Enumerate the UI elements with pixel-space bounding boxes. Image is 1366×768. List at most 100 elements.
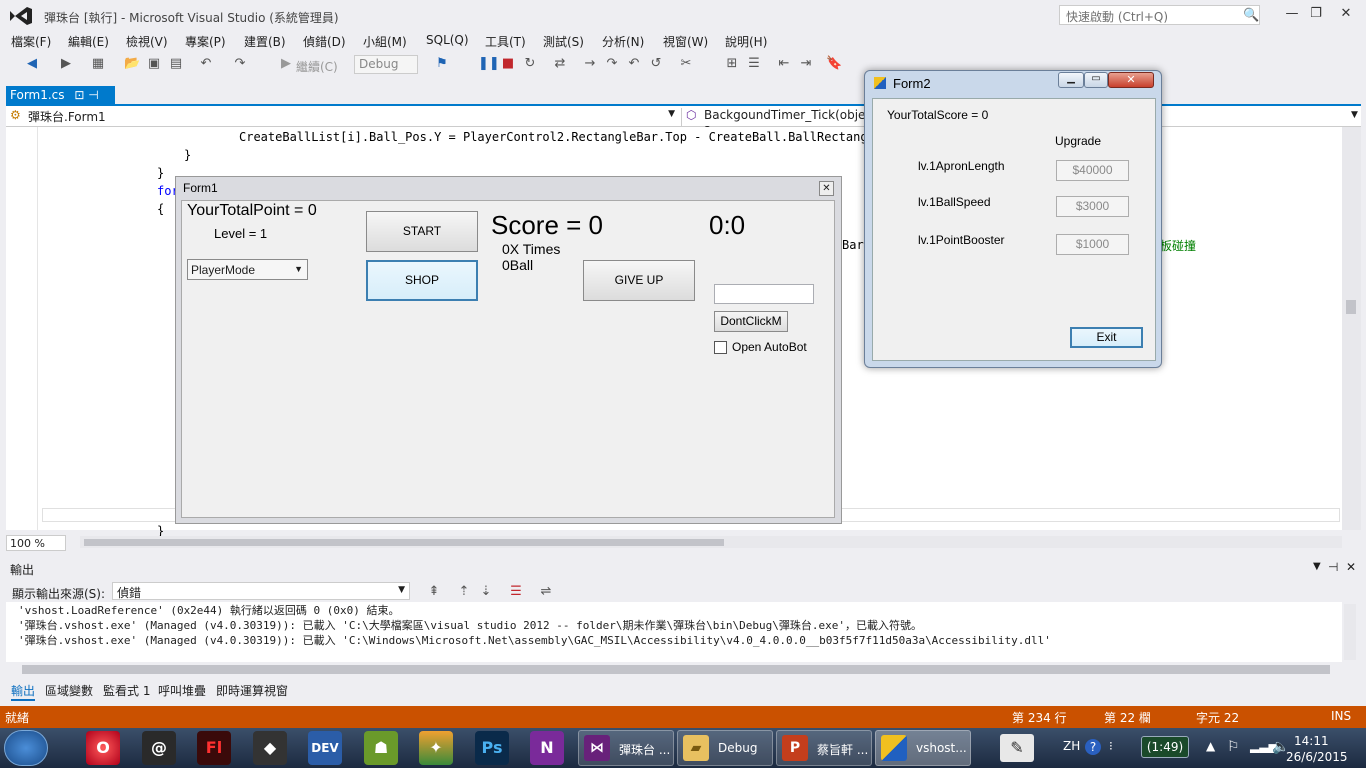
word-wrap-icon[interactable]: ⇌ [538, 584, 554, 600]
close-panel-icon[interactable]: ✕ [1346, 560, 1356, 574]
form2-minimize-button[interactable]: ▁ [1058, 72, 1084, 88]
bookmark-icon[interactable]: 🔖 [826, 56, 842, 72]
mode-select[interactable]: PlayerMode ▼ [187, 259, 308, 280]
onenote-icon[interactable]: N [530, 731, 564, 765]
flag-icon[interactable]: ⚐ [1227, 739, 1240, 755]
pin-icon[interactable]: ⊡ ⊣ [74, 88, 98, 102]
autobot-checkbox[interactable] [714, 341, 727, 354]
hex-display-icon[interactable]: ↺ [648, 56, 664, 72]
menu-edit[interactable]: 編輯(E) [68, 33, 109, 50]
help-icon[interactable]: ? [1085, 739, 1101, 755]
next-message-icon[interactable]: ⇣ [478, 584, 494, 600]
member-dropdown[interactable]: ⬡ BackgoundTimer_Tick(object s [684, 108, 877, 136]
tab-locals[interactable]: 區域變數 [45, 682, 93, 699]
continue-icon[interactable]: ▶ [278, 56, 294, 72]
editor-horizontal-thumb[interactable] [84, 539, 724, 546]
show-next-statement-icon[interactable]: ⇄ [552, 56, 568, 72]
form2-maximize-button[interactable]: ▭ [1084, 72, 1108, 88]
shop-button[interactable]: SHOP [366, 260, 478, 301]
photoshop-icon[interactable]: Ps [475, 731, 509, 765]
redo-icon[interactable]: ↷ [232, 56, 248, 72]
app-spiral-icon[interactable]: @ [142, 731, 176, 765]
tab-immediate[interactable]: 即時運算視窗 [216, 682, 288, 699]
align-icon[interactable]: ☰ [746, 56, 762, 72]
clear-all-icon[interactable]: ☰ [508, 584, 524, 600]
continue-button[interactable]: 繼續(C) [296, 58, 338, 75]
unity-icon[interactable]: ◆ [253, 731, 287, 765]
back-icon[interactable]: ◀ [24, 56, 40, 72]
menu-project[interactable]: 專案(P) [185, 33, 226, 50]
menu-team[interactable]: 小組(M) [363, 33, 407, 50]
wrench-icon[interactable]: ✂ [678, 56, 694, 72]
editor-scroll-thumb[interactable] [1346, 300, 1356, 314]
output-source-select[interactable]: 偵錯 ▼ [112, 582, 410, 600]
close-button[interactable]: ✕ [1336, 6, 1356, 22]
flash-icon[interactable]: Fl [197, 731, 231, 765]
menu-window[interactable]: 視窗(W) [663, 33, 708, 50]
type-dropdown[interactable]: ⚙ 彈珠台.Form1 ▼ [8, 108, 682, 126]
menu-analyze[interactable]: 分析(N) [602, 33, 644, 50]
forward-icon[interactable]: ▶ [58, 56, 74, 72]
menu-debug[interactable]: 偵錯(D) [303, 33, 346, 50]
minimize-button[interactable]: — [1282, 6, 1302, 22]
menu-tools[interactable]: 工具(T) [485, 33, 526, 50]
clock-time[interactable]: 14:11 [1294, 734, 1329, 748]
menu-build[interactable]: 建置(B) [244, 33, 286, 50]
maximize-button[interactable]: ❐ [1306, 6, 1326, 22]
dont-click-button[interactable]: DontClickM [714, 311, 788, 332]
clock-date[interactable]: 26/6/2015 [1286, 750, 1348, 764]
start-button-icon[interactable] [4, 730, 48, 766]
zoom-select[interactable]: 100 % [6, 535, 66, 551]
attach-icon[interactable]: ⚑ [434, 56, 450, 72]
uncomment-icon[interactable]: ⇥ [798, 56, 814, 72]
menu-test[interactable]: 測試(S) [543, 33, 584, 50]
battery-indicator[interactable]: (1:49) [1141, 736, 1189, 758]
input-method-icon[interactable]: ⁝ [1109, 739, 1113, 753]
language-indicator[interactable]: ZH [1063, 739, 1080, 753]
step-over-icon[interactable]: ↷ [604, 56, 620, 72]
output-horizontal-scrollbar[interactable] [22, 665, 1330, 674]
output-vertical-scrollbar[interactable] [1344, 604, 1356, 660]
exit-button[interactable]: Exit [1070, 327, 1143, 348]
step-out-icon[interactable]: ↶ [626, 56, 642, 72]
restart-icon[interactable]: ↻ [522, 56, 538, 72]
form1-close-button[interactable]: ✕ [819, 181, 834, 196]
panel-dropdown-icon[interactable]: ▼ [1313, 561, 1321, 572]
form2-close-button[interactable]: ✕ [1108, 72, 1154, 88]
text-input[interactable] [714, 284, 814, 304]
give-up-button[interactable]: GIVE UP [583, 260, 695, 301]
menu-file[interactable]: 檔案(F) [11, 33, 51, 50]
tab-watch-1[interactable]: 監看式 1 [103, 682, 150, 699]
chevron-down-icon[interactable]: ▼ [1351, 110, 1358, 120]
find-message-icon[interactable]: ⇞ [426, 584, 442, 600]
ball-speed-upgrade-button[interactable]: $3000 [1056, 196, 1129, 217]
menu-view[interactable]: 檢視(V) [126, 33, 168, 50]
prev-message-icon[interactable]: ⇡ [456, 584, 472, 600]
game-app-icon[interactable]: ✦ [419, 731, 453, 765]
solution-config-select[interactable]: Debug [354, 55, 418, 74]
search-icon[interactable]: 🔍 [1243, 8, 1259, 23]
new-project-icon[interactable]: ▦ [90, 56, 106, 72]
comment-icon[interactable]: ⇤ [776, 56, 792, 72]
step-into-icon[interactable]: → [582, 56, 598, 72]
devcpp-icon[interactable]: DEV [308, 731, 342, 765]
start-button[interactable]: START [366, 211, 478, 252]
apron-upgrade-button[interactable]: $40000 [1056, 160, 1129, 181]
editor-vertical-scrollbar[interactable] [1342, 127, 1361, 530]
opera-icon[interactable]: O [86, 731, 120, 765]
format-icon[interactable]: ⊞ [724, 56, 740, 72]
menu-sql[interactable]: SQL(Q) [426, 33, 469, 47]
tab-call-stack[interactable]: 呼叫堆疊 [158, 682, 206, 699]
show-hidden-icons[interactable]: ▲ [1206, 739, 1215, 753]
quick-launch-input[interactable]: 快速啟動 (Ctrl+Q) [1059, 5, 1260, 25]
tab-form1-cs[interactable]: Form1.cs ⊡ ⊣ ✕ [6, 86, 115, 116]
point-booster-upgrade-button[interactable]: $1000 [1056, 234, 1129, 255]
android-icon[interactable]: ☗ [364, 731, 398, 765]
undo-icon[interactable]: ↶ [198, 56, 214, 72]
stop-icon[interactable]: ■ [500, 56, 516, 72]
tab-output[interactable]: 輸出 [11, 682, 36, 701]
save-all-icon[interactable]: ▤ [168, 56, 184, 72]
menu-help[interactable]: 說明(H) [725, 33, 767, 50]
save-icon[interactable]: ▣ [146, 56, 162, 72]
pin-icon[interactable]: ⊣ [1328, 560, 1338, 574]
